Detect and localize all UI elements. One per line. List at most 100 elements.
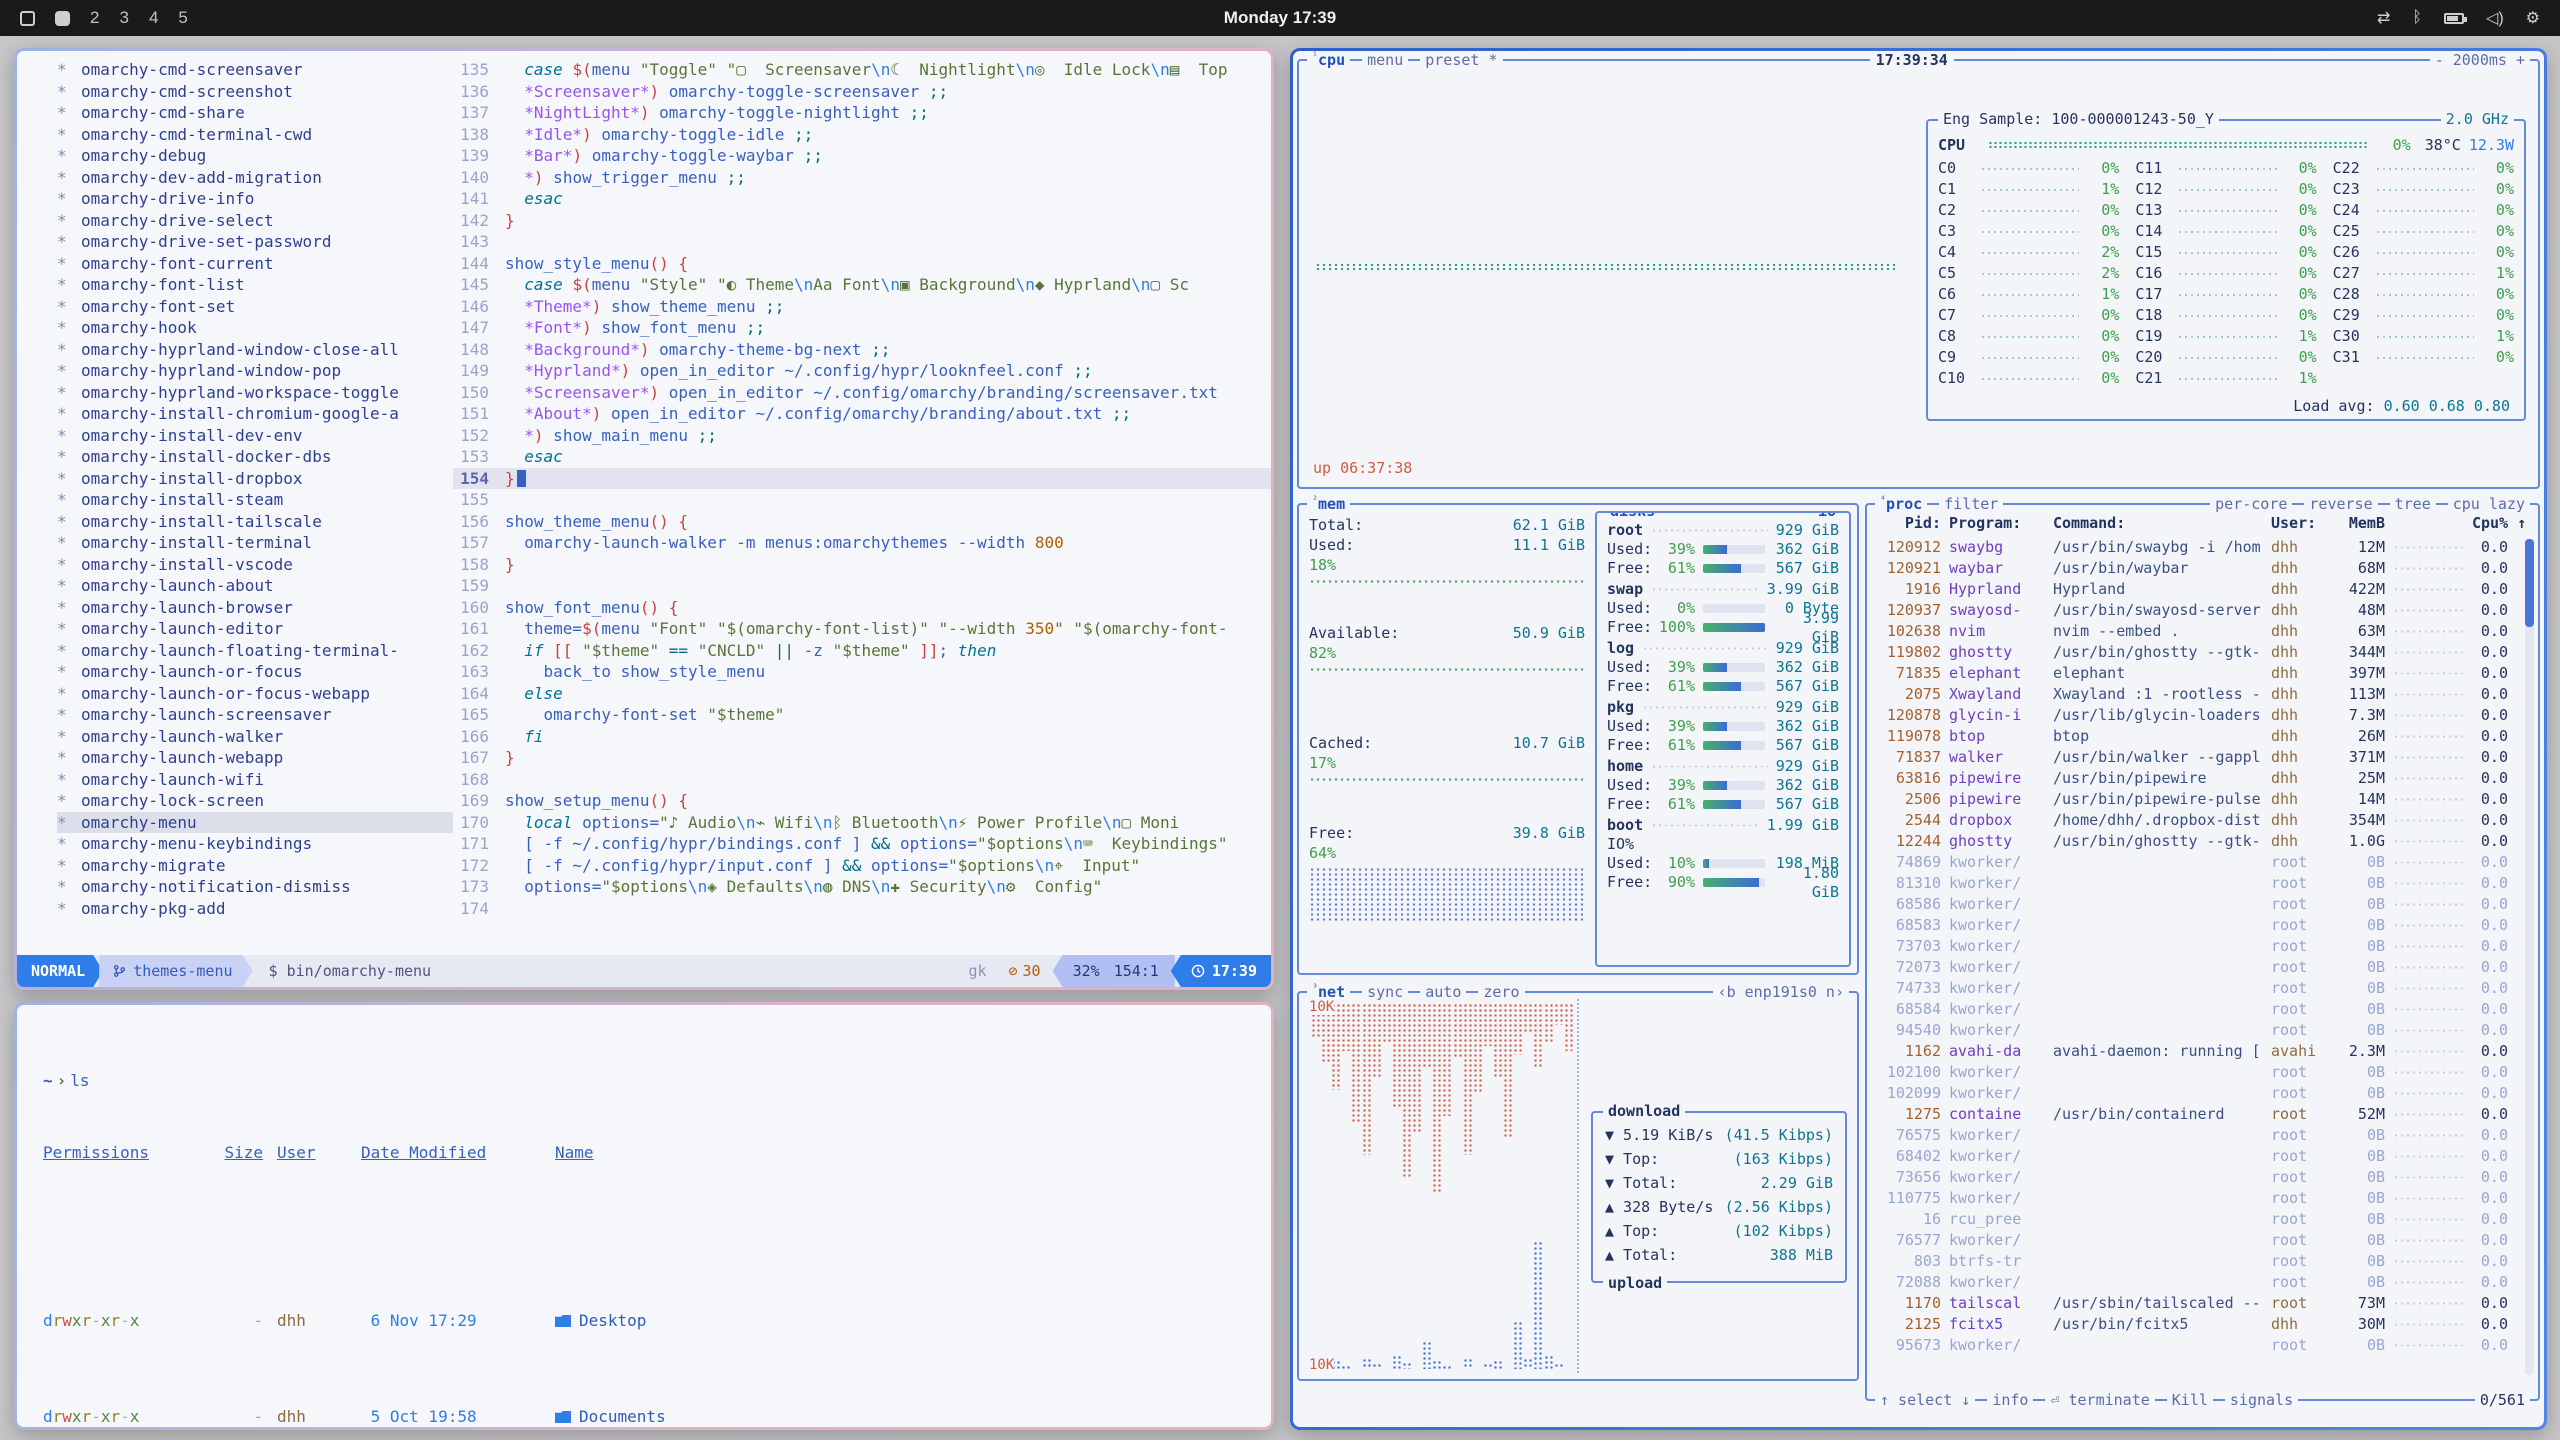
process-row[interactable]: 71835 elephant elephant dhh 397M 0.0 [1869, 663, 2522, 684]
code-line[interactable]: 143 [453, 231, 1271, 253]
file-list-item[interactable]: omarchy-hyprland-window-pop [57, 360, 453, 382]
process-row[interactable]: 72073 kworker/ root 0B 0.0 [1869, 957, 2522, 978]
proc-terminate-button[interactable]: ⏎ terminate [2045, 1391, 2154, 1409]
process-row[interactable]: 71837 walker /usr/bin/walker --gappl dhh… [1869, 747, 2522, 768]
battery-icon[interactable] [2444, 13, 2464, 24]
file-list-item[interactable]: omarchy-install-docker-dbs [57, 446, 453, 468]
code-line[interactable]: 146 *Theme*) show_theme_menu ;; [453, 296, 1271, 318]
process-row[interactable]: 102099 kworker/ root 0B 0.0 [1869, 1083, 2522, 1104]
file-list-item[interactable]: omarchy-hyprland-workspace-toggle [57, 382, 453, 404]
file-list-item[interactable]: omarchy-font-list [57, 274, 453, 296]
file-list-item[interactable]: omarchy-drive-select [57, 210, 453, 232]
process-row[interactable]: 2125 fcitx5 /usr/bin/fcitx5 dhh 30M 0.0 [1869, 1314, 2522, 1335]
process-row[interactable]: 1162 avahi-da avahi-daemon: running [ av… [1869, 1041, 2522, 1062]
file-list-item[interactable]: omarchy-launch-editor [57, 618, 453, 640]
code-line[interactable]: 139 *Bar*) omarchy-toggle-waybar ;; [453, 145, 1271, 167]
file-list-item[interactable]: omarchy-launch-webapp [57, 747, 453, 769]
proc-select-keys[interactable]: ↑ select ↓ [1875, 1391, 1975, 1409]
proc-kill-button[interactable]: Kill [2167, 1391, 2213, 1409]
code-line[interactable]: 161 theme=$(menu "Font" "$(omarchy-font-… [453, 618, 1271, 640]
proc-percore-toggle[interactable]: per-core [2210, 495, 2292, 513]
process-row[interactable]: 120912 swaybg /usr/bin/swaybg -i /hom dh… [1869, 537, 2522, 558]
code-line[interactable]: 151 *About*) open_in_editor ~/.config/om… [453, 403, 1271, 425]
process-row[interactable]: 68586 kworker/ root 0B 0.0 [1869, 894, 2522, 915]
process-row[interactable]: 81310 kworker/ root 0B 0.0 [1869, 873, 2522, 894]
code-line[interactable]: 150 *Screensaver*) open_in_editor ~/.con… [453, 382, 1271, 404]
file-list-item[interactable]: omarchy-dev-add-migration [57, 167, 453, 189]
code-line[interactable]: 153 esac [453, 446, 1271, 468]
process-row[interactable]: 120937 swayosd- /usr/bin/swayosd-server … [1869, 600, 2522, 621]
file-list-item[interactable]: omarchy-install-dropbox [57, 468, 453, 490]
process-row[interactable]: 2544 dropbox /home/dhh/.dropbox-dist dhh… [1869, 810, 2522, 831]
process-row[interactable]: 73656 kworker/ root 0B 0.0 [1869, 1167, 2522, 1188]
process-row[interactable]: 68583 kworker/ root 0B 0.0 [1869, 915, 2522, 936]
file-list-item[interactable]: omarchy-install-steam [57, 489, 453, 511]
file-list-item[interactable]: omarchy-install-dev-env [57, 425, 453, 447]
file-list-item[interactable]: omarchy-cmd-screensaver [57, 59, 453, 81]
code-line[interactable]: 149 *Hyprland*) open_in_editor ~/.config… [453, 360, 1271, 382]
file-list-item[interactable]: omarchy-drive-set-password [57, 231, 453, 253]
file-list-item[interactable]: omarchy-pkg-add [57, 898, 453, 920]
process-row[interactable]: 95673 kworker/ root 0B 0.0 [1869, 1335, 2522, 1356]
file-list-item[interactable]: omarchy-launch-browser [57, 597, 453, 619]
process-scrollbar[interactable] [2525, 539, 2534, 1375]
bluetooth-icon[interactable]: ᛒ [2412, 9, 2422, 27]
process-row[interactable]: 1916 Hyprland Hyprland dhh 422M 0.0 [1869, 579, 2522, 600]
file-list-item[interactable]: omarchy-install-chromium-google-a [57, 403, 453, 425]
code-line[interactable]: 165 omarchy-font-set "$theme" [453, 704, 1271, 726]
file-list-item[interactable]: omarchy-debug [57, 145, 453, 167]
proc-info-button[interactable]: info [1987, 1391, 2033, 1409]
code-line[interactable]: 162 if [[ "$theme" == "CNCLD" || -z "$th… [453, 640, 1271, 662]
code-line[interactable]: 158 } [453, 554, 1271, 576]
proc-sort-selector[interactable]: cpu lazy [2448, 495, 2530, 513]
file-list-item[interactable]: omarchy-launch-floating-terminal- [57, 640, 453, 662]
file-list-item[interactable]: omarchy-install-vscode [57, 554, 453, 576]
code-line[interactable]: 154 } [453, 468, 1271, 490]
file-list-item[interactable]: omarchy-notification-dismiss [57, 876, 453, 898]
process-row[interactable]: 76577 kworker/ root 0B 0.0 [1869, 1230, 2522, 1251]
code-line[interactable]: 145 case $(menu "Style" "◐ Theme\nAa Fon… [453, 274, 1271, 296]
update-interval-control[interactable]: - 2000ms + [2430, 51, 2530, 69]
file-list-item[interactable]: omarchy-font-current [57, 253, 453, 275]
code-line[interactable]: 137 *NightLight*) omarchy-toggle-nightli… [453, 102, 1271, 124]
cpu-panel-title[interactable]: ¹cpu [1307, 51, 1350, 69]
code-line[interactable]: 159 [453, 575, 1271, 597]
code-line[interactable]: 160 show_font_menu() { [453, 597, 1271, 619]
code-line[interactable]: 166 fi [453, 726, 1271, 748]
file-list-item[interactable]: omarchy-menu [57, 812, 453, 834]
file-list-item[interactable]: omarchy-launch-about [57, 575, 453, 597]
scrollbar-thumb[interactable] [2525, 539, 2534, 627]
code-line[interactable]: 138 *Idle*) omarchy-toggle-idle ;; [453, 124, 1271, 146]
file-list-item[interactable]: omarchy-launch-walker [57, 726, 453, 748]
process-row[interactable]: 102100 kworker/ root 0B 0.0 [1869, 1062, 2522, 1083]
code-line[interactable]: 163 back_to show_style_menu [453, 661, 1271, 683]
workspace-2[interactable]: 2 [90, 8, 99, 28]
menu-button[interactable]: menu [1362, 51, 1408, 69]
file-list-item[interactable]: omarchy-lock-screen [57, 790, 453, 812]
net-interface[interactable]: ‹b enp191s0 n› [1713, 983, 1849, 1001]
proc-signals-button[interactable]: signals [2225, 1391, 2298, 1409]
process-row[interactable]: 12244 ghostty /usr/bin/ghostty --gtk- dh… [1869, 831, 2522, 852]
process-row[interactable]: 74869 kworker/ root 0B 0.0 [1869, 852, 2522, 873]
code-line[interactable]: 157 omarchy-launch-walker -m menus:omarc… [453, 532, 1271, 554]
process-row[interactable]: 76575 kworker/ root 0B 0.0 [1869, 1125, 2522, 1146]
code-line[interactable]: 170 local options="♪ Audio\n⌁ Wifi\nᛒ Bl… [453, 812, 1271, 834]
process-row[interactable]: 110775 kworker/ root 0B 0.0 [1869, 1188, 2522, 1209]
process-row[interactable]: 1170 tailscal /usr/sbin/tailscaled -- ro… [1869, 1293, 2522, 1314]
code-pane[interactable]: 135 case $(menu "Toggle" "▢ Screensaver\… [453, 59, 1271, 955]
code-line[interactable]: 140 *) show_trigger_menu ;; [453, 167, 1271, 189]
code-line[interactable]: 164 else [453, 683, 1271, 705]
file-list-item[interactable]: omarchy-cmd-screenshot [57, 81, 453, 103]
file-list-item[interactable]: omarchy-cmd-terminal-cwd [57, 124, 453, 146]
io-mode-button[interactable]: io [1813, 511, 1841, 520]
code-line[interactable]: 173 options="$options\n◈ Defaults\n◍ DNS… [453, 876, 1271, 898]
file-list-item[interactable]: omarchy-font-set [57, 296, 453, 318]
code-line[interactable]: 144 show_style_menu() { [453, 253, 1271, 275]
proc-filter-button[interactable]: filter [1939, 495, 2003, 513]
process-row[interactable]: 803 btrfs-tr root 0B 0.0 [1869, 1251, 2522, 1272]
code-line[interactable]: 174 [453, 898, 1271, 920]
code-line[interactable]: 148 *Background*) omarchy-theme-bg-next … [453, 339, 1271, 361]
workspace-1-icon[interactable] [20, 11, 35, 26]
settings-gear-icon[interactable]: ⚙ [2526, 8, 2540, 28]
file-list-item[interactable]: omarchy-migrate [57, 855, 453, 877]
